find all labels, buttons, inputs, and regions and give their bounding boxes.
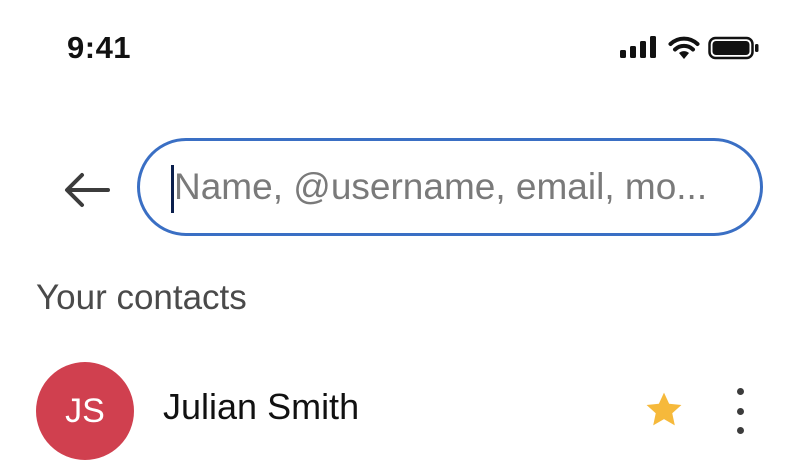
more-dot bbox=[736, 388, 744, 395]
search-row bbox=[0, 135, 800, 245]
status-bar: 9:41 bbox=[0, 0, 800, 100]
avatar-initials: JS bbox=[65, 391, 105, 430]
cellular-signal-icon bbox=[620, 36, 656, 58]
status-icons bbox=[620, 36, 770, 60]
contact-row[interactable]: JS Julian Smith bbox=[0, 358, 800, 460]
more-dot bbox=[736, 427, 744, 434]
battery-icon bbox=[708, 36, 759, 60]
contact-name: Julian Smith bbox=[163, 386, 360, 427]
search-input[interactable] bbox=[162, 141, 749, 233]
more-dot bbox=[736, 407, 744, 415]
search-box[interactable] bbox=[137, 138, 763, 236]
back-button[interactable] bbox=[60, 165, 112, 215]
avatar: JS bbox=[36, 362, 134, 460]
more-options-icon[interactable] bbox=[722, 388, 758, 434]
text-caret bbox=[171, 165, 174, 213]
wifi-icon bbox=[668, 36, 700, 59]
section-title: Your contacts bbox=[36, 278, 247, 317]
back-arrow-icon bbox=[65, 173, 110, 207]
star-icon[interactable] bbox=[642, 388, 686, 432]
status-time: 9:41 bbox=[67, 30, 132, 65]
